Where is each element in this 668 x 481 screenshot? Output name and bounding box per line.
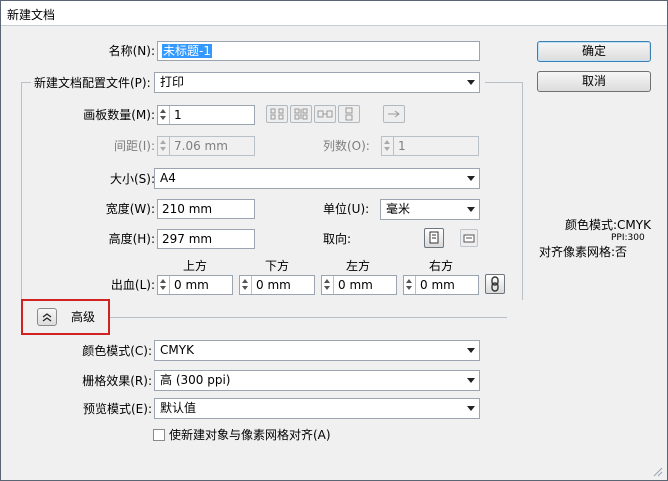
title-bar: 新建文档 xyxy=(1,1,667,26)
bleed-right-value: 0 mm xyxy=(420,278,455,292)
spinner-icon[interactable] xyxy=(322,276,334,294)
artboard-count-field[interactable]: 1 xyxy=(157,105,255,125)
orientation-label: 取向: xyxy=(323,232,352,246)
size-select[interactable]: A4 xyxy=(154,168,480,189)
raster-effects-label: 栅格效果(R): xyxy=(82,374,152,388)
advanced-highlight-box xyxy=(21,299,110,335)
portrait-icon[interactable] xyxy=(424,228,444,248)
group-right-border xyxy=(522,82,523,300)
name-value: 未标题-1 xyxy=(162,44,212,58)
spinner-icon[interactable] xyxy=(404,276,416,294)
size-value: A4 xyxy=(160,171,176,185)
landscape-icon[interactable] xyxy=(460,229,478,247)
bleed-left-value: 0 mm xyxy=(338,278,373,292)
resize-grip-icon[interactable] xyxy=(653,466,663,477)
chevron-down-icon xyxy=(467,176,475,181)
raster-effects-value: 高 (300 ppi) xyxy=(160,373,231,387)
profile-value: 打印 xyxy=(160,75,185,89)
bleed-right-field[interactable]: 0 mm xyxy=(403,275,479,295)
window-title: 新建文档 xyxy=(7,8,56,22)
chevron-down-icon xyxy=(467,207,475,212)
color-mode-label: 颜色模式(C): xyxy=(82,344,152,358)
spinner-icon[interactable] xyxy=(382,137,394,155)
profile-select[interactable]: 打印 xyxy=(154,72,480,93)
width-field[interactable]: 210 mm xyxy=(157,199,255,219)
group-left-border xyxy=(21,82,22,300)
chevron-down-icon xyxy=(467,348,475,353)
color-mode-select[interactable]: CMYK xyxy=(154,340,480,361)
raster-effects-select[interactable]: 高 (300 ppi) xyxy=(154,370,480,391)
spinner-icon[interactable] xyxy=(158,276,170,294)
units-label: 单位(U): xyxy=(323,202,370,216)
grid-by-column-icon[interactable] xyxy=(290,105,312,123)
bleed-top-label: 上方 xyxy=(183,259,208,273)
summary-pixel-grid: 对齐像素网格:否 xyxy=(539,245,628,259)
color-mode-value: CMYK xyxy=(160,343,194,357)
size-label: 大小(S): xyxy=(109,172,155,186)
chevron-up-icon[interactable] xyxy=(37,308,57,326)
height-value: 297 mm xyxy=(162,232,213,246)
align-pixel-grid-label[interactable]: 使新建对象与像素网格对齐(A) xyxy=(169,428,331,442)
profile-label: 新建文档配置文件(P): xyxy=(34,76,151,90)
advanced-label: 高级 xyxy=(71,310,96,324)
preview-mode-label: 预览模式(E): xyxy=(83,402,152,416)
spacing-label: 间距(I): xyxy=(114,139,155,153)
bleed-bottom-value: 0 mm xyxy=(256,278,291,292)
spinner-icon[interactable] xyxy=(158,106,170,124)
bleed-bottom-label: 下方 xyxy=(265,259,290,273)
arrange-by-column-icon[interactable] xyxy=(338,105,360,123)
preview-mode-value: 默认值 xyxy=(160,401,197,415)
preview-mode-select[interactable]: 默认值 xyxy=(154,398,480,419)
new-document-dialog: 新建文档 名称(N): 未标题-1 新建文档配置文件(P): 打印 画板数量(M… xyxy=(0,0,668,481)
bleed-left-field[interactable]: 0 mm xyxy=(321,275,397,295)
align-pixel-grid-checkbox[interactable] xyxy=(153,429,165,441)
units-select[interactable]: 毫米 xyxy=(380,199,480,220)
height-label: 高度(H): xyxy=(108,232,155,246)
bleed-top-value: 0 mm xyxy=(174,278,209,292)
artboard-count-label: 画板数量(M): xyxy=(83,108,155,122)
chevron-down-icon xyxy=(467,406,475,411)
advanced-divider xyxy=(109,317,507,318)
spacing-field[interactable]: 7.06 mm xyxy=(157,136,255,156)
columns-label: 列数(O): xyxy=(323,139,370,153)
summary-ppi: PPI:300 xyxy=(611,233,645,243)
bleed-top-field[interactable]: 0 mm xyxy=(157,275,233,295)
arrange-by-row-icon[interactable] xyxy=(314,105,336,123)
bleed-bottom-field[interactable]: 0 mm xyxy=(239,275,315,295)
name-field[interactable]: 未标题-1 xyxy=(157,41,480,61)
chevron-down-icon xyxy=(467,80,475,85)
columns-field[interactable]: 1 xyxy=(381,136,479,156)
bleed-label: 出血(L): xyxy=(110,278,155,292)
group-line-left xyxy=(21,82,31,83)
spinner-icon[interactable] xyxy=(158,137,170,155)
bleed-left-label: 左方 xyxy=(346,259,371,273)
ok-button[interactable]: 确定 xyxy=(537,41,651,62)
height-field[interactable]: 297 mm xyxy=(157,229,255,249)
columns-value: 1 xyxy=(398,139,406,153)
name-label: 名称(N): xyxy=(108,44,155,58)
spacing-value: 7.06 mm xyxy=(174,139,228,153)
units-value: 毫米 xyxy=(386,202,411,216)
width-label: 宽度(W): xyxy=(105,202,155,216)
width-value: 210 mm xyxy=(162,202,213,216)
right-to-left-icon[interactable] xyxy=(383,105,405,123)
chevron-down-icon xyxy=(467,378,475,383)
group-line-right xyxy=(485,82,522,83)
grid-by-row-icon[interactable] xyxy=(266,105,288,123)
chain-link-icon[interactable] xyxy=(485,274,505,294)
summary-color-mode: 颜色模式:CMYK xyxy=(565,218,651,232)
cancel-button[interactable]: 取消 xyxy=(537,71,651,92)
bleed-right-label: 右方 xyxy=(429,259,454,273)
spinner-icon[interactable] xyxy=(240,276,252,294)
artboard-count-value: 1 xyxy=(174,108,182,122)
